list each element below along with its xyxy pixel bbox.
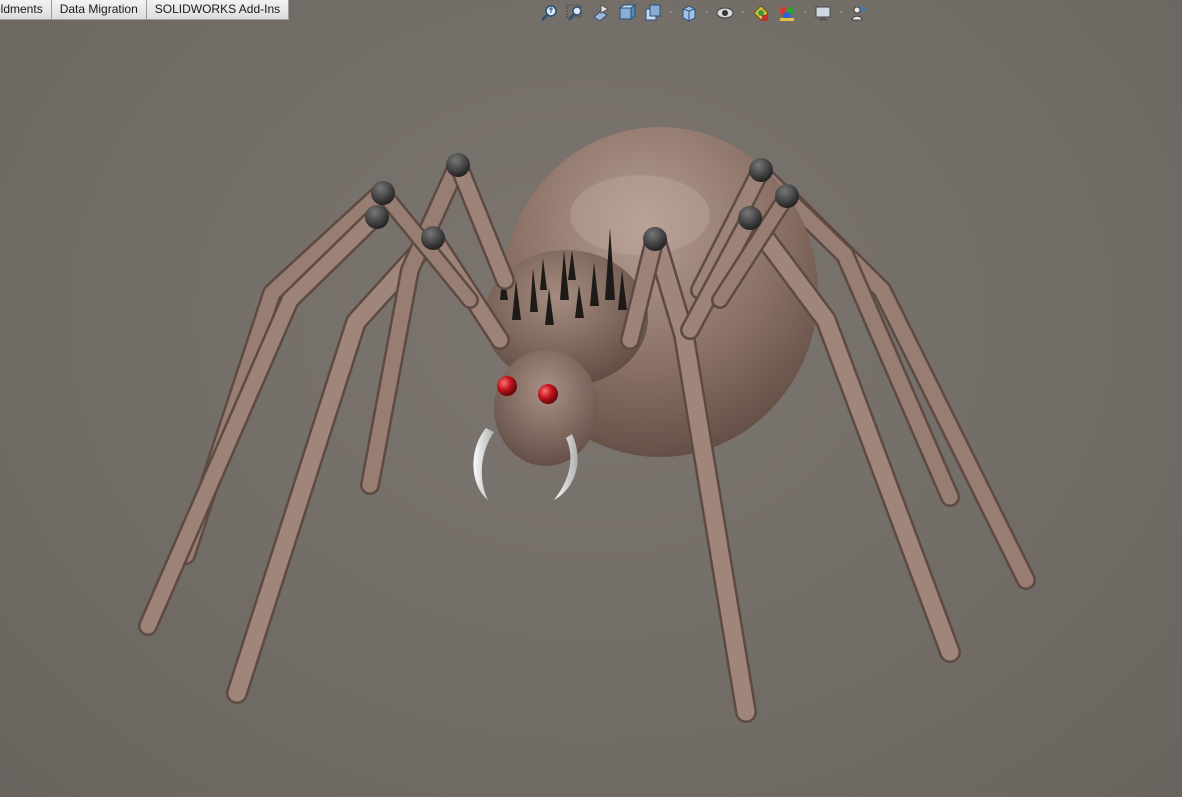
section-view-icon <box>618 4 637 20</box>
toolbar-separator <box>836 0 846 26</box>
spider-head <box>494 350 598 466</box>
rotate-view-icon <box>851 6 867 21</box>
display-style-button[interactable] <box>712 0 738 26</box>
zoom-to-area-icon <box>566 4 582 21</box>
zoom-to-area-button[interactable] <box>562 0 588 26</box>
tab-solidworks-add-ins[interactable]: SOLIDWORKS Add-Ins <box>146 0 290 19</box>
toolbar-separator <box>666 0 676 26</box>
spider-eye-left <box>497 376 517 396</box>
view-settings-icon <box>815 6 831 21</box>
view-orientation-icon <box>682 5 696 22</box>
zoom-to-fit-button[interactable] <box>536 0 562 26</box>
dynamic-annotation-views-button[interactable] <box>640 0 666 26</box>
section-view-button[interactable] <box>614 0 640 26</box>
toolbar-separator <box>800 0 810 26</box>
spider-eye-right <box>538 384 558 404</box>
previous-view-icon <box>593 4 610 22</box>
hide-show-items-icon <box>753 5 769 21</box>
edit-appearance-button[interactable] <box>774 0 800 26</box>
hide-show-items-button[interactable] <box>748 0 774 26</box>
tab-weldments[interactable]: eldments <box>0 0 52 19</box>
view-settings-button[interactable] <box>810 0 836 26</box>
dynamic-annotation-views-icon <box>645 4 661 21</box>
previous-view-button[interactable] <box>588 0 614 26</box>
display-style-icon <box>716 7 734 19</box>
tab-data-migration[interactable]: Data Migration <box>51 0 147 19</box>
command-manager-tabs: eldments Data Migration SOLIDWORKS Add-I… <box>0 0 290 20</box>
heads-up-view-toolbar <box>536 0 872 26</box>
graphics-viewport[interactable] <box>0 0 1182 797</box>
view-orientation-button[interactable] <box>676 0 702 26</box>
toolbar-separator <box>738 0 748 26</box>
edit-appearance-icon <box>780 7 794 21</box>
toolbar-separator <box>702 0 712 26</box>
spider-fang-left <box>473 428 494 500</box>
rotate-view-button[interactable] <box>846 0 872 26</box>
zoom-to-fit-icon <box>541 5 557 21</box>
